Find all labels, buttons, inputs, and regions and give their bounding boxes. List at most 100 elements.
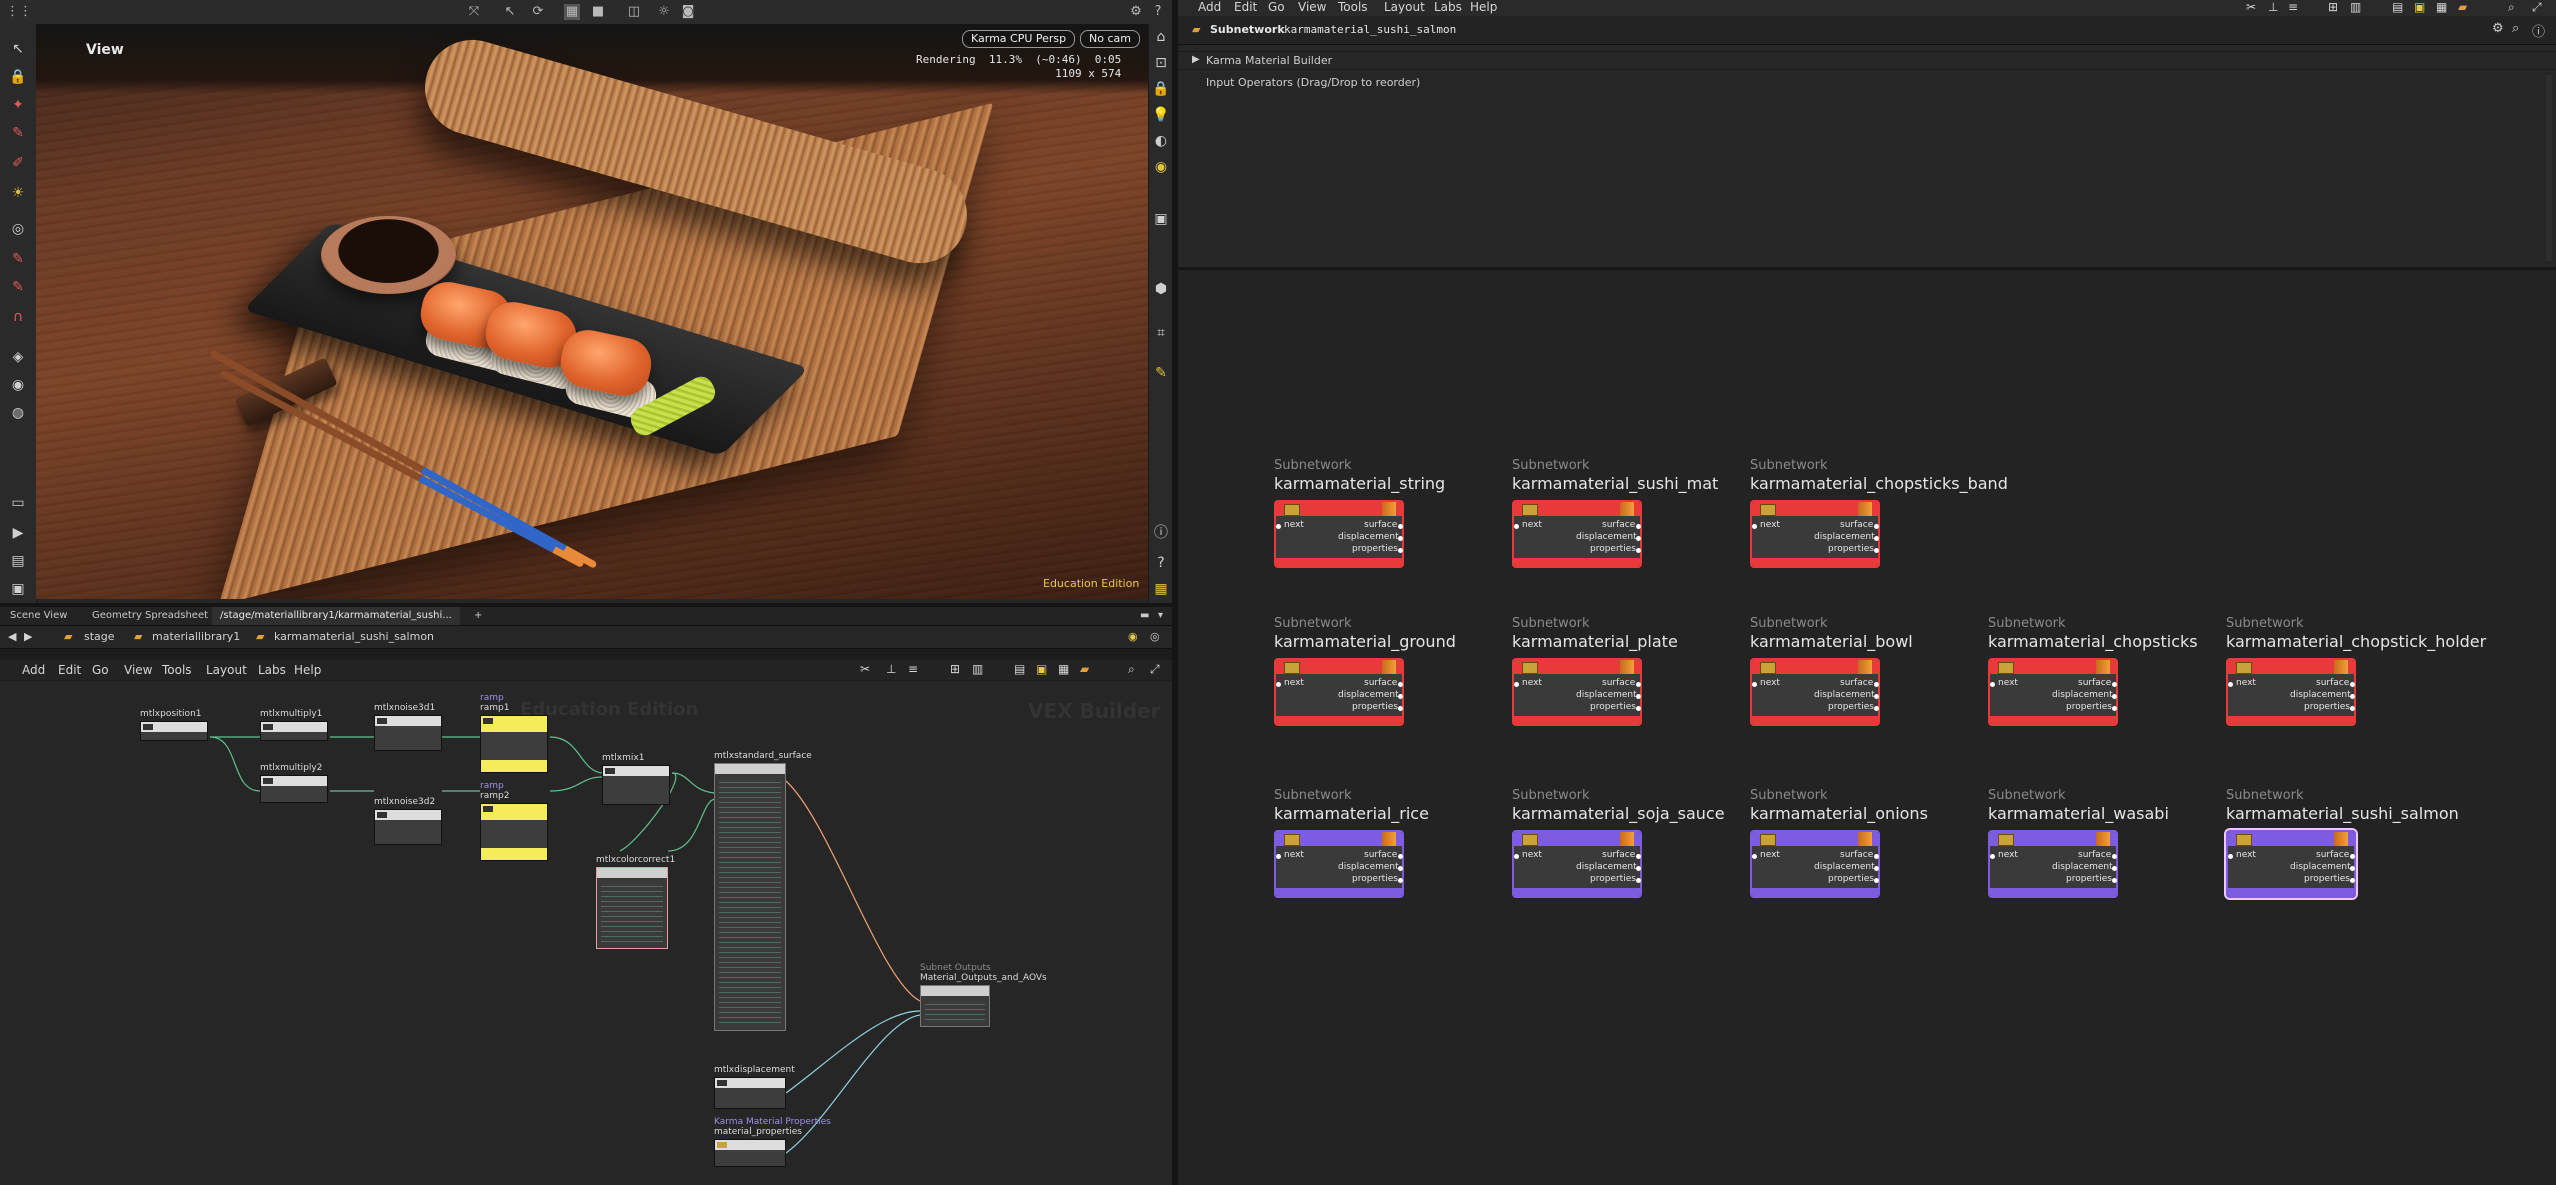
menu-labs[interactable]: Labs xyxy=(258,663,286,677)
menu-go[interactable]: Go xyxy=(92,663,109,677)
params-scrollbar[interactable] xyxy=(2546,75,2552,261)
search-icon[interactable]: ⌕ xyxy=(2512,21,2519,36)
node-flag-icon[interactable] xyxy=(1858,660,1872,674)
port-properties-connector[interactable] xyxy=(2112,878,2117,883)
image-icon[interactable]: ▦ xyxy=(1058,662,1069,676)
rotate-tool-icon[interactable]: ⟳ xyxy=(530,4,546,20)
tab-network-path[interactable]: /stage/materiallibrary1/karmamaterial_su… xyxy=(212,607,460,625)
port-next-connector[interactable] xyxy=(1752,854,1757,859)
port-next-connector[interactable] xyxy=(1752,524,1757,529)
select-arrow-icon[interactable]: ↖ xyxy=(9,40,27,58)
node-flag-icon[interactable] xyxy=(1382,832,1396,846)
material-node-name[interactable]: karmamaterial_string xyxy=(1274,474,1445,493)
port-properties-connector[interactable] xyxy=(2112,706,2117,711)
layout-grid-icon[interactable]: ⊞ xyxy=(950,662,960,676)
menu-layout[interactable]: Layout xyxy=(206,663,247,677)
node-ramp1[interactable] xyxy=(480,715,548,773)
port-displacement-connector[interactable] xyxy=(1636,536,1641,541)
material-network-canvas[interactable] xyxy=(1178,270,2556,1185)
tab-scene-view[interactable]: Scene View xyxy=(2,607,75,625)
node-flag-icon[interactable] xyxy=(2096,660,2110,674)
help-viewport-icon[interactable]: ? xyxy=(1152,554,1170,572)
pose-tool-icon[interactable]: ✦ xyxy=(9,96,27,114)
menu-help[interactable]: Help xyxy=(294,663,321,677)
port-properties-connector[interactable] xyxy=(1636,548,1641,553)
draw-tool-icon[interactable]: ✐ xyxy=(9,154,27,172)
material-node-name[interactable]: karmamaterial_chopsticks xyxy=(1988,632,2198,651)
menu-view[interactable]: View xyxy=(124,663,152,677)
node-mtlxmix1[interactable] xyxy=(602,765,670,805)
port-next-connector[interactable] xyxy=(1276,854,1281,859)
forward-icon[interactable]: ▶ xyxy=(24,628,32,646)
camera-combo[interactable]: No cam xyxy=(1080,30,1140,48)
renderer-combo[interactable]: Karma CPU Persp xyxy=(962,30,1076,48)
port-properties-connector[interactable] xyxy=(1874,878,1879,883)
port-displacement-connector[interactable] xyxy=(1874,694,1879,699)
port-properties-connector[interactable] xyxy=(1398,878,1403,883)
port-displacement-connector[interactable] xyxy=(2112,694,2117,699)
home-view-icon[interactable]: ⌂ xyxy=(1152,28,1170,46)
node-flag-icon[interactable] xyxy=(2334,660,2348,674)
lock-icon[interactable]: 🔒 xyxy=(9,68,27,86)
node-flag-icon[interactable] xyxy=(1382,660,1396,674)
port-displacement-connector[interactable] xyxy=(1398,694,1403,699)
port-surface-connector[interactable] xyxy=(1636,682,1641,687)
render-region-icon[interactable]: ▤ xyxy=(9,552,27,570)
display-options-icon[interactable]: ◫ xyxy=(626,4,642,20)
node-mtlxmultiply2[interactable] xyxy=(260,775,328,803)
light-tool-icon[interactable]: ☀ xyxy=(9,184,27,202)
maximize-icon[interactable]: ⤢ xyxy=(1150,662,1160,677)
material-node-name[interactable]: karmamaterial_onions xyxy=(1750,804,1928,823)
port-next-connector[interactable] xyxy=(2228,854,2233,859)
guides-icon[interactable]: ⌗ xyxy=(1152,324,1170,342)
menu-go[interactable]: Go xyxy=(1268,0,1285,14)
port-properties-connector[interactable] xyxy=(1398,706,1403,711)
geometry-icon[interactable]: ⬢ xyxy=(1152,280,1170,298)
headlight-icon[interactable]: ◉ xyxy=(1152,158,1170,176)
add-tab-icon[interactable]: + xyxy=(466,607,490,625)
background-icon[interactable]: ▣ xyxy=(1152,210,1170,228)
node-ramp2[interactable] xyxy=(480,803,548,861)
port-properties-connector[interactable] xyxy=(1874,706,1879,711)
list-icon[interactable]: ≡ xyxy=(908,662,918,676)
port-surface-connector[interactable] xyxy=(1398,682,1403,687)
material-node-name[interactable]: karmamaterial_bowl xyxy=(1750,632,1913,651)
port-displacement-connector[interactable] xyxy=(2112,866,2117,871)
lock-camera-icon[interactable]: 🔒 xyxy=(1152,80,1170,98)
menu-labs[interactable]: Labs xyxy=(1434,0,1462,14)
image-icon[interactable]: ▦ xyxy=(2436,0,2447,14)
node-flag-icon[interactable] xyxy=(2334,832,2348,846)
shelf-icon[interactable]: ▰ xyxy=(2458,0,2467,14)
port-displacement-connector[interactable] xyxy=(1398,866,1403,871)
back-icon[interactable]: ◀ xyxy=(8,628,16,646)
sticky-icon[interactable]: ▣ xyxy=(2414,0,2425,14)
port-surface-connector[interactable] xyxy=(2112,682,2117,687)
port-properties-connector[interactable] xyxy=(1874,548,1879,553)
port-surface-connector[interactable] xyxy=(2112,854,2117,859)
layout-grid-icon[interactable]: ⊞ xyxy=(2328,0,2338,14)
node-mtlxnoise3d2[interactable] xyxy=(374,809,442,845)
pane-options-icon[interactable]: ▾ xyxy=(1150,607,1171,625)
node-flag-icon[interactable] xyxy=(1620,832,1634,846)
camera-icon[interactable]: ■ xyxy=(590,4,606,20)
port-displacement-connector[interactable] xyxy=(1636,866,1641,871)
tree-icon[interactable]: ⊥ xyxy=(2268,0,2278,14)
port-properties-connector[interactable] xyxy=(1398,548,1403,553)
node-mtlxposition1[interactable] xyxy=(140,721,208,741)
menu-tools[interactable]: Tools xyxy=(162,663,192,677)
sticky-icon[interactable]: ▣ xyxy=(1036,662,1047,676)
port-next-connector[interactable] xyxy=(1514,854,1519,859)
node-mtlxnoise3d1[interactable] xyxy=(374,715,442,751)
material-node-name[interactable]: karmamaterial_chopsticks_band xyxy=(1750,474,2008,493)
node-material-properties[interactable] xyxy=(714,1139,786,1167)
layout-cols-icon[interactable]: ▥ xyxy=(972,662,983,676)
shading-icon[interactable]: ◐ xyxy=(1152,132,1170,150)
palette-icon[interactable]: ▤ xyxy=(1014,662,1025,676)
snapshot-icon[interactable]: ◙ xyxy=(680,4,696,20)
material-node-name[interactable]: karmamaterial_sushi_salmon xyxy=(2226,804,2459,823)
port-next-connector[interactable] xyxy=(1514,524,1519,529)
node-flag-icon[interactable] xyxy=(1620,660,1634,674)
menu-add[interactable]: Add xyxy=(1198,0,1221,14)
port-surface-connector[interactable] xyxy=(2350,682,2355,687)
port-properties-connector[interactable] xyxy=(2350,706,2355,711)
